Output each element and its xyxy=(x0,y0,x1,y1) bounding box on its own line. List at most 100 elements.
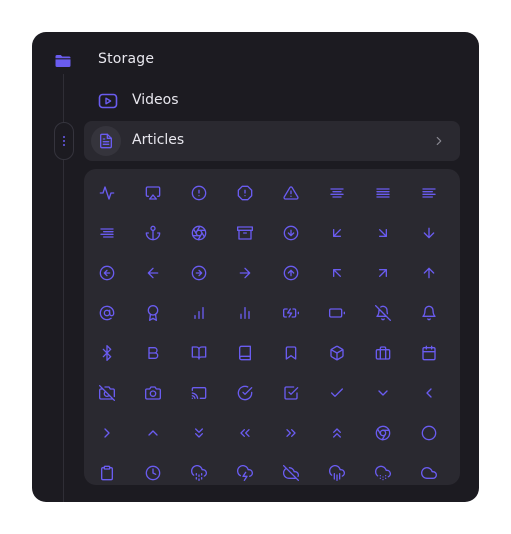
bell-off-icon-button[interactable] xyxy=(360,293,406,333)
bar-chart-2-icon xyxy=(240,307,250,319)
check-circle-icon-button[interactable] xyxy=(222,373,268,413)
battery-charging-icon-button[interactable] xyxy=(268,293,314,333)
align-left-icon-button[interactable] xyxy=(406,173,452,213)
align-center-icon-button[interactable] xyxy=(314,173,360,213)
chevron-left-icon-button[interactable] xyxy=(406,373,452,413)
chevron-right-icon xyxy=(436,136,442,146)
alert-circle-icon-button[interactable] xyxy=(176,173,222,213)
arrow-down-icon-button[interactable] xyxy=(406,213,452,253)
at-sign-icon xyxy=(99,305,115,321)
arrow-up-icon xyxy=(423,267,435,279)
chevrons-up-icon-button[interactable] xyxy=(314,413,360,453)
chevron-right-icon xyxy=(104,428,110,438)
box-icon xyxy=(330,345,344,361)
anchor-icon-button[interactable] xyxy=(130,213,176,253)
clipboard-icon-button[interactable] xyxy=(84,453,130,485)
cloud-off-icon xyxy=(283,465,299,481)
cloud-drizzle-icon-button[interactable] xyxy=(176,453,222,485)
align-right-icon-button[interactable] xyxy=(84,213,130,253)
bold-icon-button[interactable] xyxy=(130,333,176,373)
activity-icon-button[interactable] xyxy=(84,173,130,213)
bluetooth-icon-button[interactable] xyxy=(84,333,130,373)
award-icon xyxy=(147,305,159,321)
bookmark-icon xyxy=(285,346,297,360)
camera-off-icon xyxy=(99,385,115,401)
cloud-icon xyxy=(421,467,437,479)
arrow-right-circle-icon-button[interactable] xyxy=(176,253,222,293)
icon-grid xyxy=(84,173,460,485)
at-sign-icon-button[interactable] xyxy=(84,293,130,333)
camera-off-icon-button[interactable] xyxy=(84,373,130,413)
circle-icon-button[interactable] xyxy=(406,413,452,453)
alert-octagon-icon-button[interactable] xyxy=(222,173,268,213)
briefcase-icon-button[interactable] xyxy=(360,333,406,373)
clock-icon xyxy=(145,465,161,481)
cloud-rain-icon-button[interactable] xyxy=(314,453,360,485)
box-icon-button[interactable] xyxy=(314,333,360,373)
bookmark-icon-button[interactable] xyxy=(268,333,314,373)
bar-chart-icon-button[interactable] xyxy=(176,293,222,333)
arrow-up-left-icon xyxy=(333,269,341,277)
archive-icon-button[interactable] xyxy=(222,213,268,253)
battery-icon-button[interactable] xyxy=(314,293,360,333)
arrow-up-icon-button[interactable] xyxy=(406,253,452,293)
arrow-left-circle-icon xyxy=(99,265,115,281)
chrome-icon-button[interactable] xyxy=(360,413,406,453)
clock-icon-button[interactable] xyxy=(130,453,176,485)
bell-off-icon xyxy=(375,305,391,321)
arrow-down-icon xyxy=(423,227,435,239)
align-justify-icon xyxy=(376,188,390,198)
tree-expand-handle[interactable] xyxy=(54,122,74,160)
briefcase-icon xyxy=(375,346,391,360)
airplay-icon-button[interactable] xyxy=(130,173,176,213)
arrow-down-left-icon-button[interactable] xyxy=(314,213,360,253)
aperture-icon-button[interactable] xyxy=(176,213,222,253)
arrow-left-circle-icon-button[interactable] xyxy=(84,253,130,293)
align-justify-icon-button[interactable] xyxy=(360,173,406,213)
chevron-right-icon-button[interactable] xyxy=(84,413,130,453)
cast-icon-button[interactable] xyxy=(176,373,222,413)
cloud-icon-button[interactable] xyxy=(406,453,452,485)
chevron-down-icon-button[interactable] xyxy=(360,373,406,413)
arrow-down-right-icon xyxy=(379,229,387,237)
arrow-up-left-icon-button[interactable] xyxy=(314,253,360,293)
cloud-lightning-icon-button[interactable] xyxy=(222,453,268,485)
cloud-snow-icon-button[interactable] xyxy=(360,453,406,485)
camera-icon-button[interactable] xyxy=(130,373,176,413)
arrow-right-icon-button[interactable] xyxy=(222,253,268,293)
book-icon-button[interactable] xyxy=(222,333,268,373)
cloud-snow-icon xyxy=(375,465,391,481)
sidebar-item-articles[interactable]: Articles xyxy=(84,121,460,161)
arrow-down-right-icon-button[interactable] xyxy=(360,213,406,253)
circle-icon xyxy=(421,425,437,441)
cloud-off-icon-button[interactable] xyxy=(268,453,314,485)
award-icon-button[interactable] xyxy=(130,293,176,333)
arrow-up-right-icon-button[interactable] xyxy=(360,253,406,293)
airplay-icon xyxy=(145,186,161,200)
chevron-up-icon-button[interactable] xyxy=(130,413,176,453)
cloud-rain-icon xyxy=(329,465,345,481)
arrow-up-circle-icon-button[interactable] xyxy=(268,253,314,293)
alert-circle-icon xyxy=(191,185,207,201)
arrow-down-circle-icon-button[interactable] xyxy=(268,213,314,253)
cloud-lightning-icon xyxy=(237,465,253,481)
check-icon-button[interactable] xyxy=(314,373,360,413)
book-open-icon-button[interactable] xyxy=(176,333,222,373)
bar-chart-2-icon-button[interactable] xyxy=(222,293,268,333)
sidebar-item-label: Videos xyxy=(132,92,179,108)
chevrons-right-icon-button[interactable] xyxy=(268,413,314,453)
check-square-icon-button[interactable] xyxy=(268,373,314,413)
chevrons-down-icon-button[interactable] xyxy=(176,413,222,453)
bluetooth-icon xyxy=(102,345,112,361)
storage-title: Storage xyxy=(98,51,155,67)
clipboard-icon xyxy=(101,465,113,481)
chevrons-left-icon-button[interactable] xyxy=(222,413,268,453)
alert-triangle-icon-button[interactable] xyxy=(268,173,314,213)
arrow-left-icon-button[interactable] xyxy=(130,253,176,293)
chrome-icon xyxy=(375,425,391,441)
bell-icon xyxy=(422,305,436,321)
chevrons-left-icon xyxy=(240,429,250,437)
calendar-icon-button[interactable] xyxy=(406,333,452,373)
storage-panel: Storage Videos Articles xyxy=(32,32,479,502)
bell-icon-button[interactable] xyxy=(406,293,452,333)
